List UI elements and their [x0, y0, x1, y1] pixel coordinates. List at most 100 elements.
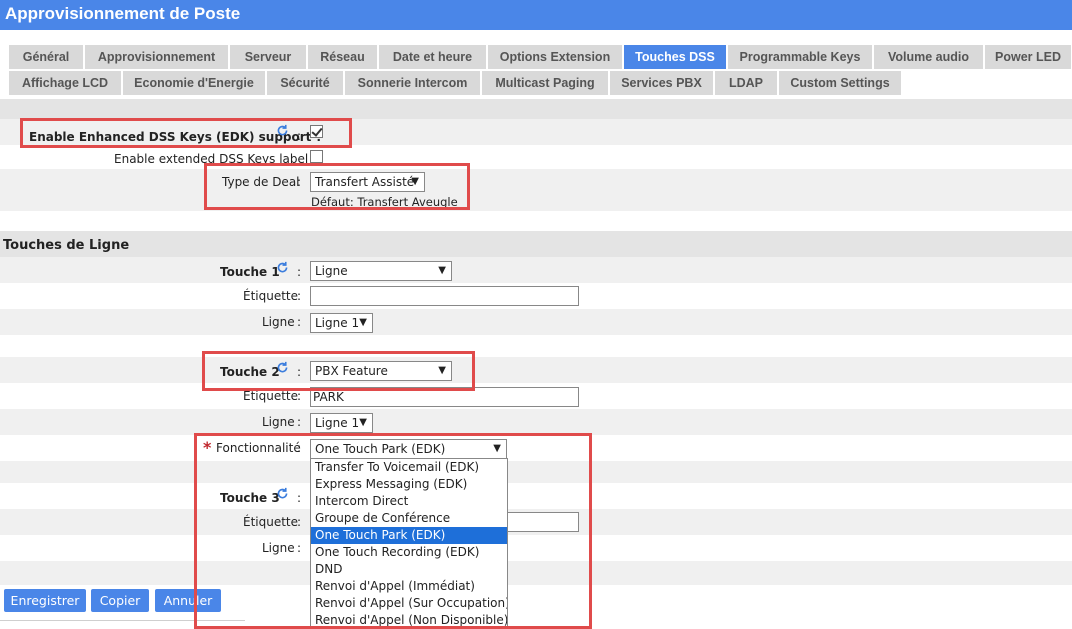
chevron-down-icon: ▼	[438, 365, 446, 376]
deal-select[interactable]: Transfert Assisté ▼	[310, 172, 425, 192]
key2-etiquette-label: Étiquette	[243, 389, 299, 403]
row-key1-line	[0, 309, 1072, 335]
refresh-icon[interactable]	[276, 487, 289, 500]
key1-ligne-label: Ligne	[262, 315, 295, 329]
refresh-icon[interactable]	[276, 261, 289, 274]
row-spacer-3	[0, 461, 1072, 483]
dropdown-option[interactable]: Express Messaging (EDK)	[311, 476, 507, 493]
colon: :	[297, 415, 302, 429]
dropdown-option[interactable]: Renvoi d'Appel (Immédiat)	[311, 578, 507, 595]
key1-etiquette-input[interactable]	[310, 286, 579, 306]
copy-button[interactable]: Copier	[91, 589, 149, 612]
tab-securite[interactable]: Sécurité	[267, 71, 344, 95]
key1-ligne-select[interactable]: Ligne 1 ▼	[310, 313, 373, 333]
tab-serveur[interactable]: Serveur	[230, 45, 307, 69]
required-marker: *	[203, 438, 212, 457]
key1-type-value: Ligne	[315, 264, 348, 278]
colon: :	[297, 129, 302, 143]
deal-select-value: Transfert Assisté	[315, 175, 415, 189]
colon: :	[297, 289, 302, 303]
tab-options-extension[interactable]: Options Extension	[488, 45, 623, 69]
deal-label: Type de Deal	[222, 175, 300, 189]
tab-multicast-paging[interactable]: Multicast Paging	[482, 71, 609, 95]
dropdown-option[interactable]: Transfer To Voicemail (EDK)	[311, 459, 507, 476]
colon: :	[297, 541, 302, 555]
save-button[interactable]: Enregistrer	[4, 589, 86, 612]
dropdown-option-selected[interactable]: One Touch Park (EDK)	[311, 527, 507, 544]
key3-label: Touche 3	[220, 491, 280, 505]
refresh-icon[interactable]	[276, 124, 289, 137]
deal-default: Défaut: Transfert Aveugle	[311, 195, 458, 209]
cancel-button[interactable]: Annuler	[155, 589, 221, 612]
tab-touches-dss[interactable]: Touches DSS	[624, 45, 727, 69]
key1-etiquette-label: Étiquette	[243, 289, 299, 303]
section-title: Touches de Ligne	[3, 238, 130, 253]
tab-date-heure[interactable]: Date et heure	[379, 45, 487, 69]
row-key3	[0, 483, 1072, 509]
key2-type-value: PBX Feature	[315, 364, 388, 378]
colon: :	[297, 441, 302, 455]
colon: :	[297, 491, 302, 505]
tab-sonnerie-intercom[interactable]: Sonnerie Intercom	[345, 71, 481, 95]
row-spacer-1	[0, 211, 1072, 231]
refresh-icon[interactable]	[276, 361, 289, 374]
tab-power-led[interactable]: Power LED	[985, 45, 1072, 69]
key2-ligne-value: Ligne 1	[315, 416, 360, 430]
fonction-dropdown-list[interactable]: Transfer To Voicemail (EDK) Express Mess…	[310, 458, 508, 629]
ext-label-label: Enable extended DSS Keys label ?	[114, 152, 319, 166]
dropdown-option[interactable]: Renvoi d'Appel (Non Disponible)	[311, 612, 507, 628]
chevron-down-icon: ▼	[411, 176, 419, 187]
app-title: Approvisionnement de Poste	[0, 0, 1072, 30]
key2-label: Touche 2	[220, 365, 280, 379]
row-spacer-4	[0, 561, 1072, 585]
colon: :	[297, 175, 302, 189]
tab-ldap[interactable]: LDAP	[715, 71, 778, 95]
tab-approvisionnement[interactable]: Approvisionnement	[85, 45, 229, 69]
key2-ligne-label: Ligne	[262, 415, 295, 429]
dropdown-option[interactable]: DND	[311, 561, 507, 578]
tab-bar: Général Approvisionnement Serveur Réseau…	[0, 30, 1072, 98]
edk-checkbox[interactable]	[310, 125, 323, 138]
chevron-down-icon: ▼	[493, 443, 501, 454]
dropdown-option[interactable]: Intercom Direct	[311, 493, 507, 510]
tab-services-pbx[interactable]: Services PBX	[610, 71, 714, 95]
colon: :	[297, 315, 302, 329]
chevron-down-icon: ▼	[359, 317, 367, 328]
dropdown-option[interactable]: Groupe de Conférence	[311, 510, 507, 527]
key2-etiquette-input[interactable]: PARK	[310, 387, 579, 407]
dropdown-option[interactable]: Renvoi d'Appel (Sur Occupation)	[311, 595, 507, 612]
row-key1	[0, 257, 1072, 283]
row-key2-line	[0, 409, 1072, 435]
row-key3-line	[0, 535, 1072, 561]
dropdown-option[interactable]: One Touch Recording (EDK)	[311, 544, 507, 561]
row-spacer-2	[0, 335, 1072, 357]
tab-affichage-lcd[interactable]: Affichage LCD	[9, 71, 122, 95]
tab-economie-energie[interactable]: Economie d'Energie	[123, 71, 266, 95]
content-header-strip	[0, 99, 1072, 119]
key2-type-select[interactable]: PBX Feature ▼	[310, 361, 452, 381]
tab-custom-settings[interactable]: Custom Settings	[779, 71, 902, 95]
footer-line	[0, 620, 245, 621]
tab-general[interactable]: Général	[9, 45, 84, 69]
chevron-down-icon: ▼	[359, 417, 367, 428]
key2-fonction-value: One Touch Park (EDK)	[315, 442, 446, 456]
row-deal	[0, 169, 1072, 211]
tab-volume-audio[interactable]: Volume audio	[874, 45, 984, 69]
row-key2-function	[0, 435, 1072, 461]
key2-fonction-select[interactable]: One Touch Park (EDK) ▼	[310, 439, 507, 459]
key3-ligne-label: Ligne	[262, 541, 295, 555]
colon: :	[297, 265, 302, 279]
key1-ligne-value: Ligne 1	[315, 316, 360, 330]
colon: :	[297, 515, 302, 529]
row-key2	[0, 357, 1072, 383]
key2-ligne-select[interactable]: Ligne 1 ▼	[310, 413, 373, 433]
key1-type-select[interactable]: Ligne ▼	[310, 261, 452, 281]
key2-fonction-label: Fonctionnalité	[216, 441, 301, 455]
ext-label-checkbox[interactable]	[310, 150, 323, 163]
chevron-down-icon: ▼	[438, 265, 446, 276]
section-header-row	[0, 231, 1072, 257]
tab-programmable-keys[interactable]: Programmable Keys	[728, 45, 873, 69]
key3-etiquette-label: Étiquette	[243, 515, 299, 529]
colon: :	[297, 389, 302, 403]
tab-reseau[interactable]: Réseau	[308, 45, 378, 69]
